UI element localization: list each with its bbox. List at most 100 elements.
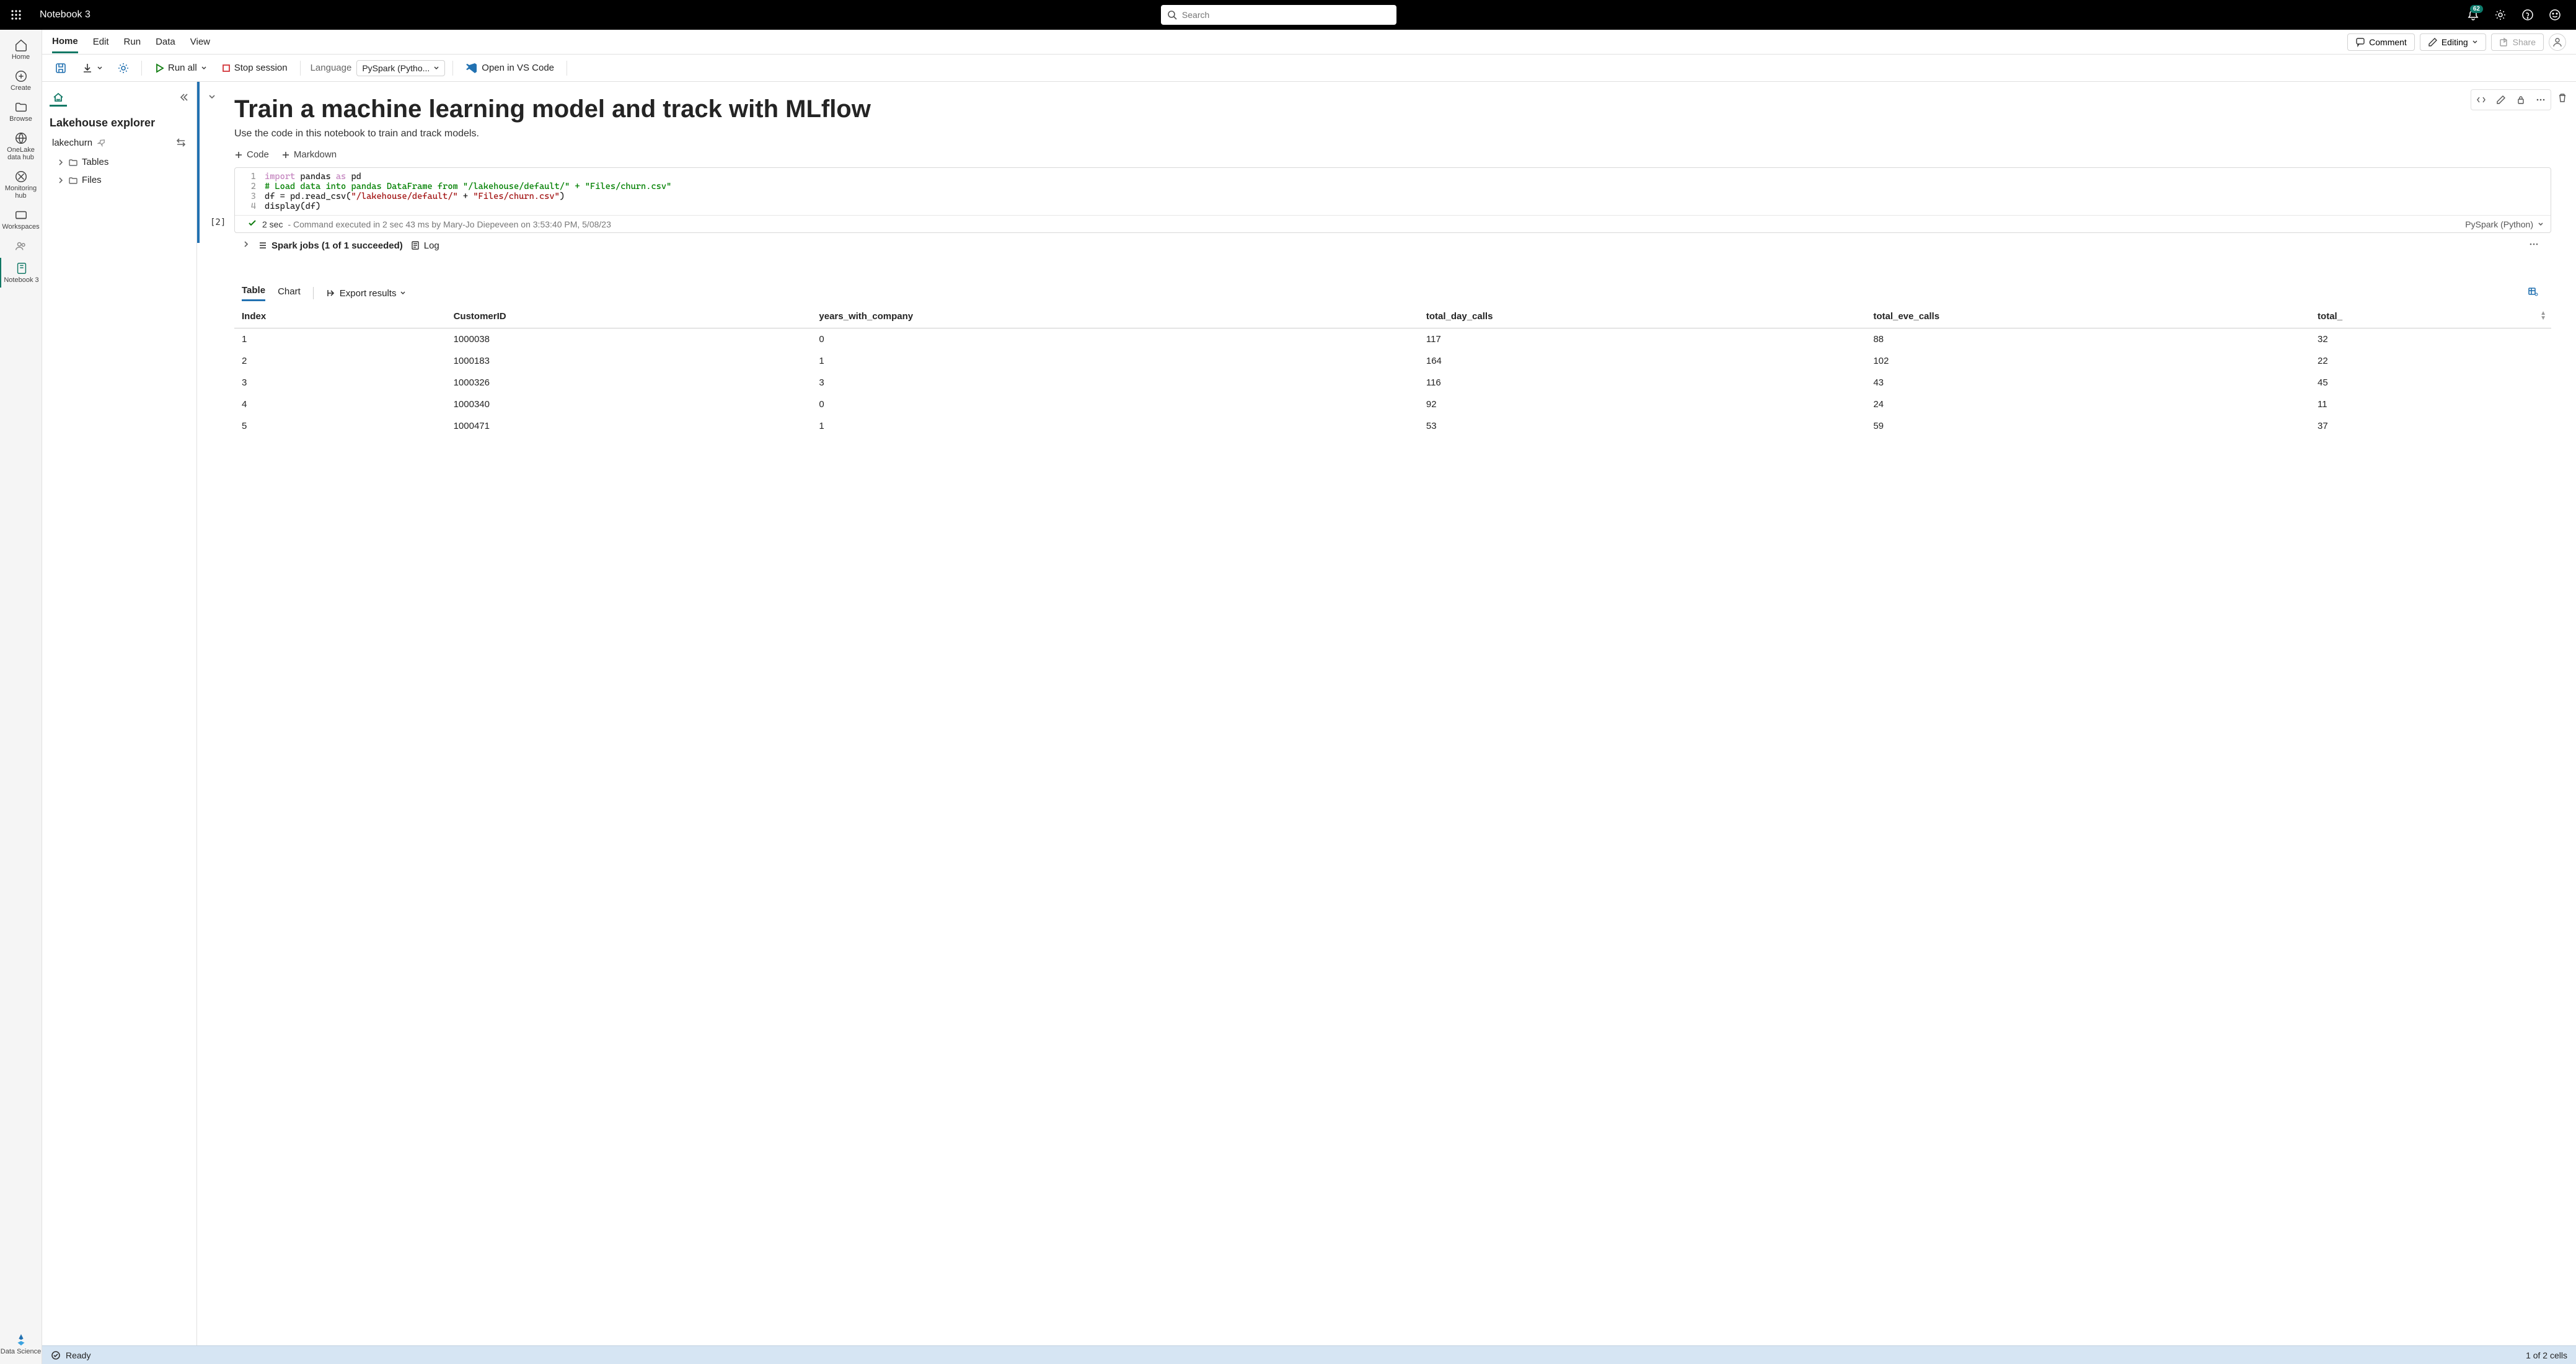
cell-active-marker: [197, 82, 200, 243]
cell-more-icon[interactable]: [2532, 91, 2549, 108]
plus-icon: [234, 151, 243, 159]
help-button[interactable]: [2516, 4, 2539, 26]
rail-notebook3-label: Notebook 3: [4, 276, 38, 284]
rail-create[interactable]: Create: [0, 66, 42, 95]
save-icon-button[interactable]: [50, 59, 72, 77]
menubar: Home Edit Run Data View Comment Editing …: [42, 30, 2576, 55]
comment-icon: [2355, 37, 2365, 47]
cell-delete-button[interactable]: [2554, 89, 2571, 107]
table-row[interactable]: 510004711535937: [234, 415, 2551, 437]
notebook-title[interactable]: Notebook 3: [35, 9, 95, 20]
table-row[interactable]: 410003400922411: [234, 394, 2551, 415]
rail-monitoring[interactable]: Monitoring hub: [0, 166, 42, 203]
person-icon: [2552, 37, 2562, 47]
execution-status: 2 sec - Command executed in 2 sec 43 ms …: [235, 215, 2551, 232]
lakehouse-name[interactable]: lakechurn: [52, 138, 106, 148]
output-options-icon[interactable]: [2528, 286, 2539, 300]
notebook-subtitle: Use the code in this notebook to train a…: [234, 128, 2551, 139]
menu-data[interactable]: Data: [156, 32, 175, 52]
spark-jobs-row: Spark jobs (1 of 1 succeeded) Log: [234, 235, 2551, 255]
cell-code-icon[interactable]: [2472, 91, 2490, 108]
config-button[interactable]: [113, 60, 134, 76]
export-icon: [326, 288, 336, 298]
add-markdown-button[interactable]: Markdown: [281, 149, 337, 160]
log-link[interactable]: Log: [410, 240, 439, 251]
stop-session-button[interactable]: Stop session: [217, 60, 293, 76]
table-row[interactable]: 1100003801178832: [234, 328, 2551, 351]
col-daycalls[interactable]: total_day_calls: [1421, 305, 1868, 328]
collapse-explorer-button[interactable]: [179, 92, 189, 104]
editing-mode-button[interactable]: Editing: [2420, 33, 2486, 51]
save-icon: [55, 62, 67, 74]
rail-workspaces[interactable]: Workspaces: [0, 205, 42, 234]
col-evecalls[interactable]: total_eve_calls: [1868, 305, 2313, 328]
code-cell[interactable]: [2] 1import pandas as pd 2# Load data in…: [234, 167, 2551, 233]
app-launcher-button[interactable]: [5, 4, 27, 26]
open-vscode-button[interactable]: Open in VS Code: [461, 59, 559, 77]
search-input[interactable]: [1182, 10, 1390, 20]
feedback-button[interactable]: [2544, 4, 2566, 26]
language-select[interactable]: PySpark (Pytho...: [356, 60, 445, 76]
download-icon: [82, 63, 93, 74]
rail-notebook3[interactable]: Notebook 3: [0, 258, 42, 288]
chevron-down-icon: [400, 290, 406, 296]
tree-files[interactable]: Files: [47, 171, 192, 189]
table-row[interactable]: 21000183116410222: [234, 350, 2551, 372]
explorer-home-icon[interactable]: [50, 89, 67, 107]
rail-home[interactable]: Home: [0, 35, 42, 64]
code-editor[interactable]: 1import pandas as pd 2# Load data into p…: [235, 168, 2551, 215]
output-tab-table[interactable]: Table: [242, 285, 265, 301]
folder-icon: [68, 175, 78, 185]
comment-button[interactable]: Comment: [2347, 33, 2415, 51]
rail-people[interactable]: [0, 235, 42, 257]
col-customerid[interactable]: CustomerID: [449, 305, 814, 328]
collab-avatar[interactable]: [2549, 33, 2566, 51]
cell-collapse-button[interactable]: [207, 92, 217, 103]
chevron-down-icon: [201, 65, 207, 71]
col-total[interactable]: total_▲▼: [2313, 305, 2551, 328]
settings-button[interactable]: [2489, 4, 2512, 26]
cells-count: 1 of 2 cells: [2526, 1350, 2567, 1360]
cell-lock-icon[interactable]: [2512, 91, 2530, 108]
spark-jobs-link[interactable]: Spark jobs (1 of 1 succeeded): [258, 240, 403, 251]
rail-datascience[interactable]: Data Science: [0, 1329, 42, 1359]
notifications-button[interactable]: 62: [2462, 4, 2484, 26]
pin-icon[interactable]: [97, 138, 106, 147]
cell-edit-icon[interactable]: [2492, 91, 2510, 108]
rail-create-label: Create: [11, 84, 31, 92]
folder-icon: [68, 157, 78, 167]
chevron-right-icon: [57, 159, 64, 166]
add-code-button[interactable]: Code: [234, 149, 269, 160]
table-header-row: Index CustomerID years_with_company tota…: [234, 305, 2551, 328]
output-tab-chart[interactable]: Chart: [278, 286, 301, 301]
menu-view[interactable]: View: [190, 32, 210, 52]
spark-more-button[interactable]: [2529, 239, 2539, 252]
cell-language-selector[interactable]: PySpark (Python): [2465, 219, 2544, 229]
doc-icon: [410, 240, 420, 250]
swap-icon[interactable]: [175, 137, 187, 148]
share-button[interactable]: Share: [2491, 33, 2544, 51]
export-results-button[interactable]: Export results: [326, 288, 407, 299]
tree-tables[interactable]: Tables: [47, 153, 192, 171]
left-rail: Home Create Browse OneLake data hub Moni…: [0, 30, 42, 1364]
table-row[interactable]: 3100032631164345: [234, 372, 2551, 394]
col-years[interactable]: years_with_company: [814, 305, 1421, 328]
vscode-icon: [465, 62, 478, 74]
run-all-button[interactable]: Run all: [149, 60, 212, 76]
rail-onelake[interactable]: OneLake data hub: [0, 128, 42, 165]
menu-run[interactable]: Run: [124, 32, 141, 52]
notebook-pane: Train a machine learning model and track…: [197, 82, 2576, 1345]
chevron-down-icon: [2472, 39, 2478, 45]
col-index[interactable]: Index: [234, 305, 449, 328]
rail-browse[interactable]: Browse: [0, 97, 42, 126]
spark-expand-button[interactable]: [242, 240, 250, 251]
share-icon: [2499, 37, 2509, 47]
download-button[interactable]: [77, 60, 108, 76]
explorer-pane: Lakehouse explorer lakechurn Tables: [42, 82, 197, 1345]
pencil-icon: [2428, 37, 2438, 47]
rail-workspaces-label: Workspaces: [2, 223, 39, 231]
global-search[interactable]: [1161, 5, 1396, 25]
menu-home[interactable]: Home: [52, 31, 78, 53]
explorer-title: Lakehouse explorer: [42, 109, 196, 134]
menu-edit[interactable]: Edit: [93, 32, 109, 52]
